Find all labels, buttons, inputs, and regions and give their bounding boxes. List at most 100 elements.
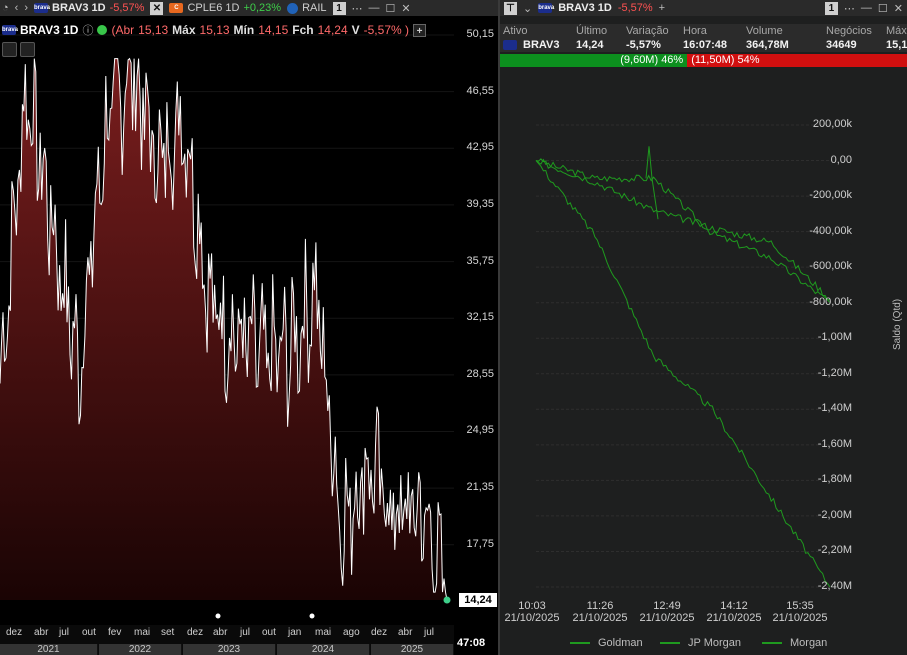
- price-tick-label: 42,95: [466, 141, 494, 154]
- time-tick-date: 21/10/2025: [572, 612, 628, 624]
- left-tab-bar: ◔ ‹ › brava BRAV3 1D -5,57% ✕ C CPLE6 1D…: [0, 0, 498, 16]
- chart-symbol[interactable]: BRAV3 1D: [20, 23, 78, 37]
- tab-change: -5,57%: [109, 2, 145, 14]
- chart-toolbox: [2, 42, 35, 57]
- copel-logo-icon: C: [169, 3, 184, 13]
- time-tick-time: 12:49: [653, 600, 681, 612]
- price-tick-label: 35,75: [466, 254, 494, 267]
- balance-tick-label: -1,80M: [817, 473, 852, 486]
- price-tick-label: 46,55: [466, 84, 494, 97]
- year-label: 2022: [99, 644, 182, 655]
- year-label: 2024: [277, 644, 370, 655]
- year-label: 2025: [371, 644, 454, 655]
- balance-tick-label: -2,40M: [817, 580, 852, 592]
- month-label: out: [82, 627, 96, 638]
- tab-symbol: RAIL: [302, 2, 327, 14]
- balance-tick-label: -1,60M: [817, 437, 852, 450]
- tab-rail[interactable]: RAIL: [287, 2, 327, 14]
- app-root: ◔ ‹ › brava BRAV3 1D -5,57% ✕ C CPLE6 1D…: [0, 0, 907, 655]
- month-label: dez: [371, 627, 388, 638]
- series-line-jp-morgan: [535, 158, 831, 301]
- time-tick: 10:03 21/10/2025: [502, 600, 562, 624]
- tab-symbol: BRAV3 1D: [52, 2, 106, 14]
- balance-tick-label: -1,00M: [817, 331, 852, 344]
- month-label: mai: [134, 627, 151, 638]
- event-marker[interactable]: [309, 613, 315, 619]
- time-tick: 15:35 21/10/2025: [770, 600, 830, 624]
- month-label: set: [161, 627, 175, 638]
- price-y-axis[interactable]: 50,15 46,55 42,95 39,35 35,75 32,15 28,55 24,95…: [454, 20, 498, 630]
- legend-swatch: [762, 642, 782, 644]
- price-tick-label: 39,35: [466, 197, 494, 210]
- market-status-icon: [97, 25, 108, 35]
- forward-arrow-icon[interactable]: ›: [24, 2, 28, 14]
- broker-balance-chart[interactable]: [500, 0, 907, 655]
- legend-item: Morgan: [762, 637, 827, 649]
- back-arrow-icon[interactable]: ‹: [15, 2, 19, 14]
- time-tick-date: 21/10/2025: [639, 612, 695, 624]
- low-label: Mín: [233, 23, 255, 37]
- month-label: jul: [424, 627, 435, 638]
- time-tick: 12:49 21/10/2025: [637, 600, 697, 624]
- price-tick-label: 28,55: [466, 367, 494, 380]
- y-axis-title: Saldo (Qtd): [892, 298, 903, 350]
- price-chart-panel: ◔ ‹ › brava BRAV3 1D -5,57% ✕ C CPLE6 1D…: [0, 0, 498, 655]
- balance-tick-label: -400,00k: [809, 224, 852, 237]
- price-area: [0, 58, 447, 601]
- last-price-tag: 14,24: [459, 593, 497, 607]
- tab-symbol: CPLE6 1D: [187, 2, 240, 14]
- month-label: dez: [187, 627, 204, 638]
- balance-tick-label: -1,40M: [817, 402, 852, 415]
- balance-tick-label: 0,00: [830, 153, 852, 166]
- month-label: jul: [240, 627, 251, 638]
- year-label: 2021: [0, 644, 98, 655]
- legend-swatch: [570, 642, 590, 644]
- variation-value: -5,57% ): [363, 23, 409, 37]
- price-tick-label: 50,15: [466, 28, 494, 40]
- month-label: abr: [34, 627, 49, 638]
- balance-tick-label: -1,20M: [817, 366, 852, 379]
- balance-tick-label: -2,00M: [817, 508, 852, 521]
- rumo-logo-icon: [287, 2, 299, 14]
- balance-tick-label: 200,00k: [812, 118, 852, 130]
- time-tick-date: 21/10/2025: [706, 612, 762, 624]
- maximize-icon[interactable]: ☐: [386, 2, 396, 15]
- close-value: 14,24: [317, 23, 348, 37]
- legend-label: Goldman: [598, 637, 643, 649]
- minimize-icon[interactable]: —: [369, 2, 380, 14]
- legend-label: JP Morgan: [688, 637, 741, 649]
- ohlc-info-bar: brava BRAV3 1D ⓘ (Abr 15,13 Máx 15,13 Mí…: [0, 22, 426, 38]
- time-tick-time: 15:35: [786, 600, 814, 612]
- info-icon[interactable]: ⓘ: [82, 22, 93, 38]
- last-price-marker: [443, 596, 451, 604]
- time-tick: 11:26 21/10/2025: [570, 600, 630, 624]
- broker-balance-panel: ⊤ ⌄ brava BRAV3 1D -5,57% + 1 ⋯ — ☐ ✕ At…: [500, 0, 907, 655]
- more-options-icon[interactable]: ⋯: [352, 2, 363, 15]
- tab-brav3[interactable]: brava BRAV3 1D -5,57%: [34, 2, 144, 14]
- high-value: 15,13: [199, 23, 230, 37]
- tab-cple6[interactable]: C CPLE6 1D +0,23%: [169, 2, 281, 14]
- time-tick-time: 10:03: [518, 600, 546, 612]
- year-label: 2023: [183, 644, 276, 655]
- balance-tick-label: -800,00k: [809, 295, 852, 308]
- close-icon[interactable]: ✕: [401, 2, 410, 15]
- legend-label: Morgan: [790, 637, 828, 649]
- month-label: jan: [288, 627, 302, 638]
- indicators-icon[interactable]: [2, 42, 17, 57]
- open-value: 15,13: [138, 23, 169, 37]
- tab-close-icon[interactable]: ✕: [150, 1, 164, 15]
- drawing-tool-icon[interactable]: [20, 42, 35, 57]
- variation-label: V: [351, 23, 360, 37]
- month-label: abr: [398, 627, 413, 638]
- layout-number-badge[interactable]: 1: [332, 1, 346, 15]
- balance-tick-label: -600,00k: [809, 260, 852, 273]
- event-marker[interactable]: [215, 613, 221, 619]
- legend-item: JP Morgan: [660, 637, 741, 649]
- balance-tick-label: -2,20M: [817, 544, 852, 557]
- open-label: (Abr: [111, 23, 135, 37]
- price-chart-canvas[interactable]: [0, 0, 498, 655]
- clock-icon[interactable]: ◔: [2, 2, 9, 14]
- brava-logo-icon: brava: [2, 25, 19, 35]
- add-study-icon[interactable]: +: [413, 23, 426, 37]
- high-label: Máx: [172, 23, 196, 37]
